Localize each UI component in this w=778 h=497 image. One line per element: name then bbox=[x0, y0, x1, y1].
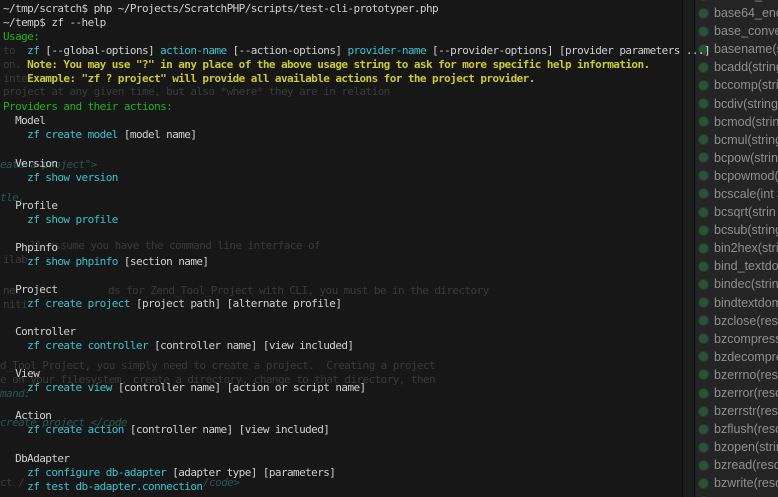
terminal-output[interactable]: ~/tmp/scratch$ php ~/Projects/ScratchPHP… bbox=[0, 0, 778, 497]
terminal-text-segment bbox=[3, 44, 27, 57]
terminal-text-segment: Providers and their actions: bbox=[3, 100, 172, 113]
terminal-text-segment: zf create action bbox=[27, 423, 124, 436]
terminal-text-segment: [adapter type] [parameters] bbox=[166, 466, 335, 479]
terminal-line: Action bbox=[3, 409, 778, 423]
terminal-line: DbAdapter bbox=[3, 452, 778, 466]
terminal-text-segment: zf bbox=[27, 44, 39, 57]
terminal-text-segment: zf create view bbox=[27, 381, 112, 394]
terminal-text-segment: zf show version bbox=[27, 171, 118, 184]
terminal-text-segment: [model name] bbox=[118, 128, 197, 141]
terminal-text-segment: zf configure db-adapter bbox=[27, 466, 166, 479]
terminal-text-segment: View bbox=[3, 367, 39, 380]
terminal-text-segment: zf show phpinfo bbox=[27, 255, 118, 268]
terminal-text-segment: zf test db-adapter.connection bbox=[27, 480, 202, 493]
terminal-line bbox=[3, 437, 778, 451]
terminal-line: zf [--global-options] action-name [--act… bbox=[3, 44, 778, 58]
terminal-text-segment bbox=[3, 255, 27, 268]
terminal-line bbox=[3, 353, 778, 367]
terminal-text-segment: Model bbox=[3, 114, 45, 127]
terminal-text-segment: Project bbox=[3, 283, 57, 296]
terminal-text-segment: [--provider-options] [provider parameter… bbox=[426, 44, 710, 57]
terminal-text-segment bbox=[3, 339, 27, 352]
terminal-text-segment: [--global-options] bbox=[39, 44, 160, 57]
terminal-line: ~/temp$ zf --help bbox=[3, 16, 778, 30]
terminal-line: zf create project [project path] [altern… bbox=[3, 297, 778, 311]
terminal-text-segment bbox=[3, 297, 27, 310]
terminal-line: Phpinfo bbox=[3, 241, 778, 255]
terminal-line: zf show profile bbox=[3, 213, 778, 227]
terminal-line: zf create controller [controller name] [… bbox=[3, 339, 778, 353]
terminal-line: Version bbox=[3, 157, 778, 171]
terminal-text-segment bbox=[3, 128, 27, 141]
terminal-line bbox=[3, 185, 778, 199]
terminal-text-segment bbox=[3, 466, 27, 479]
terminal-line: Profile bbox=[3, 199, 778, 213]
screen: toon.inteproject at any given time, but … bbox=[0, 0, 778, 497]
terminal-line: Model bbox=[3, 114, 778, 128]
terminal-text-segment: provider-name bbox=[347, 44, 426, 57]
terminal-text-segment: Example: "zf ? project" will provide all… bbox=[3, 72, 535, 85]
terminal-text-segment bbox=[3, 381, 27, 394]
terminal-line bbox=[3, 269, 778, 283]
terminal-text-segment: [section name] bbox=[118, 255, 209, 268]
terminal-line: Note: You may use "?" in any place of th… bbox=[3, 58, 778, 72]
terminal-text-segment bbox=[3, 480, 27, 493]
terminal-text-segment: Controller bbox=[3, 325, 76, 338]
terminal-text-segment: zf create project bbox=[27, 297, 130, 310]
terminal-text-segment: Action bbox=[3, 409, 51, 422]
terminal-text-segment: Usage: bbox=[3, 30, 39, 43]
terminal-line: Example: "zf ? project" will provide all… bbox=[3, 72, 778, 86]
terminal-line: View bbox=[3, 367, 778, 381]
terminal-line bbox=[3, 311, 778, 325]
terminal-line: zf create action [controller name] [view… bbox=[3, 423, 778, 437]
terminal-text-segment: action-name bbox=[160, 44, 226, 57]
terminal-text-segment: zf show profile bbox=[27, 213, 118, 226]
terminal-line bbox=[3, 395, 778, 409]
terminal-line bbox=[3, 86, 778, 100]
terminal-line: ~/tmp/scratch$ php ~/Projects/ScratchPHP… bbox=[3, 2, 778, 16]
terminal-line: Project bbox=[3, 283, 778, 297]
terminal-line: zf create view [controller name] [action… bbox=[3, 381, 778, 395]
terminal-text-segment bbox=[3, 213, 27, 226]
terminal-text-segment bbox=[3, 171, 27, 184]
terminal-line: Usage: bbox=[3, 30, 778, 44]
terminal-text-segment bbox=[3, 423, 27, 436]
terminal-text-segment: [controller name] [view included] bbox=[124, 423, 329, 436]
terminal-line: zf create model [model name] bbox=[3, 128, 778, 142]
terminal-line: Controller bbox=[3, 325, 778, 339]
terminal-text-segment: [controller name] [action or script name… bbox=[112, 381, 366, 394]
terminal-line: zf show phpinfo [section name] bbox=[3, 255, 778, 269]
terminal-text-segment: Note: You may use "?" in any place of th… bbox=[3, 58, 650, 71]
terminal-text-segment: zf create controller bbox=[27, 339, 148, 352]
terminal-line: Providers and their actions: bbox=[3, 100, 778, 114]
terminal-text-segment: Profile bbox=[3, 199, 57, 212]
terminal-line bbox=[3, 227, 778, 241]
terminal-text-segment: Version bbox=[3, 157, 57, 170]
terminal-text-segment: Phpinfo bbox=[3, 241, 57, 254]
terminal-text-segment: ~/temp$ zf --help bbox=[3, 16, 106, 29]
terminal-text-segment: DbAdapter bbox=[3, 452, 69, 465]
terminal-line bbox=[3, 142, 778, 156]
terminal-text-segment: ~/tmp/scratch$ php ~/Projects/ScratchPHP… bbox=[3, 2, 438, 15]
terminal-text-segment: [controller name] [view included] bbox=[148, 339, 353, 352]
terminal-text-segment: zf create model bbox=[27, 128, 118, 141]
terminal-line: zf test db-adapter.connection bbox=[3, 480, 778, 494]
terminal-line: zf show version bbox=[3, 171, 778, 185]
terminal-line: zf configure db-adapter [adapter type] [… bbox=[3, 466, 778, 480]
terminal-text-segment: [--action-options] bbox=[227, 44, 348, 57]
terminal-text-segment: [project path] [alternate profile] bbox=[130, 297, 342, 310]
